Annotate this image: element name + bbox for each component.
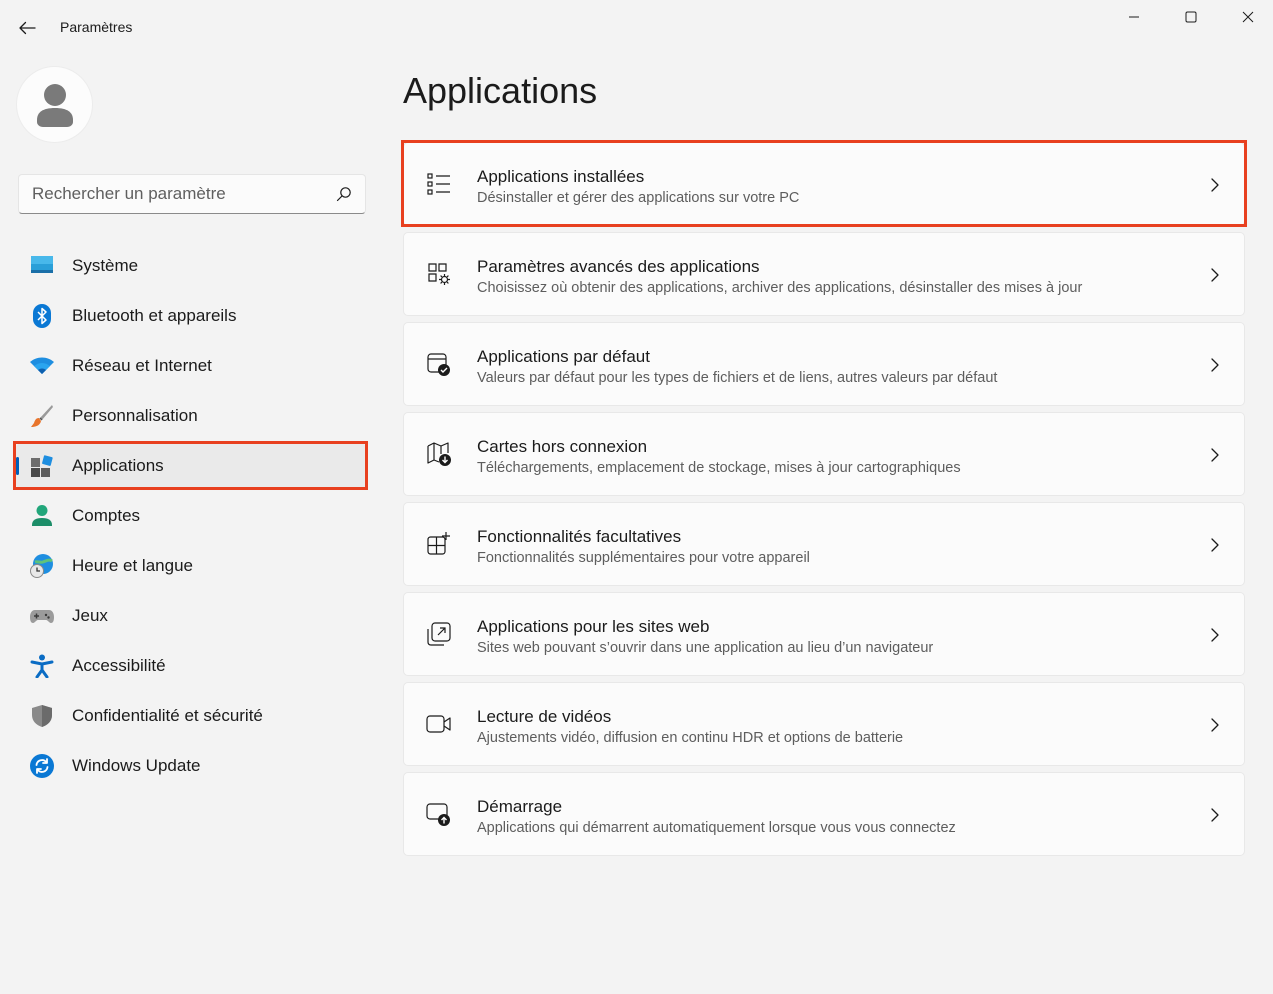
update-icon [30,754,54,778]
close-button[interactable] [1225,2,1271,32]
sidebar-item-comptes[interactable]: Comptes [16,493,366,539]
sidebar-item-label: Réseau et Internet [72,356,212,375]
chevron-right-icon [1211,538,1219,552]
close-icon [1242,11,1254,23]
add-feature-icon [427,532,450,555]
search-box[interactable] [18,174,366,214]
shield-icon [32,705,52,727]
sidebar-item-personnalisation[interactable]: Personnalisation [16,393,366,439]
selection-indicator [16,457,19,475]
card-title: Applications pour les sites web [477,617,710,636]
card-default-apps[interactable]: Applications par défaut Valeurs par défa… [403,322,1245,406]
arrow-left-icon [19,21,36,35]
card-description: Applications qui démarrent automatiqueme… [477,820,956,836]
card-description: Ajustements vidéo, diffusion en continu … [477,730,904,746]
sidebar-item-label: Jeux [72,606,108,625]
search-input[interactable] [19,175,329,213]
gamepad-icon [30,610,54,623]
app-settings-icon [428,263,450,285]
minimize-button[interactable] [1111,2,1157,32]
card-title: Applications par défaut [477,347,650,366]
wifi-icon [30,357,54,374]
card-startup[interactable]: Démarrage Applications qui démarrent aut… [403,772,1245,856]
sidebar-item-systeme[interactable]: Système [16,243,366,289]
card-description: Fonctionnalités supplémentaires pour vot… [477,550,810,566]
card-description: Désinstaller et gérer des applications s… [477,190,800,206]
card-video-playback[interactable]: Lecture de vidéos Ajustements vidéo, dif… [403,682,1245,766]
sidebar-item-accessibilite[interactable]: Accessibilité [16,643,366,689]
sidebar-item-windows-update[interactable]: Windows Update [16,743,366,789]
sidebar-item-applications[interactable]: Applications [16,443,366,489]
card-title: Fonctionnalités facultatives [477,527,682,546]
maximize-button[interactable] [1168,2,1214,32]
card-title: Cartes hors connexion [477,437,648,456]
sidebar-item-bluetooth[interactable]: Bluetooth et appareils [16,293,366,339]
sidebar-item-jeux[interactable]: Jeux [16,593,366,639]
chevron-right-icon [1211,268,1219,282]
page-title: Applications [403,70,598,111]
card-apps-for-websites[interactable]: Applications pour les sites web Sites we… [403,592,1245,676]
sidebar-item-label: Applications [72,456,164,475]
sidebar-nav: Système Bluetooth et appareils Réseau et… [16,243,366,793]
card-title: Lecture de vidéos [477,707,612,726]
sidebar-item-label: Windows Update [72,756,201,775]
settings-card-list: Applications installées Désinstaller et … [403,142,1245,862]
card-optional-features[interactable]: Fonctionnalités facultatives Fonctionnal… [403,502,1245,586]
monitor-icon [31,256,53,273]
video-camera-icon [426,715,451,733]
search-icon[interactable] [336,186,352,202]
person-icon [32,505,52,526]
sidebar-item-reseau[interactable]: Réseau et Internet [16,343,366,389]
brush-icon [31,405,53,427]
chevron-right-icon [1211,718,1219,732]
minimize-icon [1129,16,1139,18]
list-icon [427,173,450,195]
chevron-right-icon [1211,808,1219,822]
card-title: Paramètres avancés des applications [477,257,760,276]
map-download-icon [427,442,451,466]
card-description: Téléchargements, emplacement de stockage… [477,460,961,476]
sidebar-item-label: Système [72,256,139,275]
open-external-icon [427,622,451,646]
title-bar: Paramètres [0,0,1273,56]
maximize-icon [1185,11,1197,23]
sidebar-item-heure-langue[interactable]: Heure et langue [16,543,366,589]
accessibility-icon [30,654,54,678]
card-description: Valeurs par défaut pour les types de fic… [477,370,998,386]
sidebar-item-label: Personnalisation [72,406,198,425]
sidebar-item-confidentialite[interactable]: Confidentialité et sécurité [16,693,366,739]
card-description: Sites web pouvant s’ouvrir dans une appl… [477,640,934,656]
card-offline-maps[interactable]: Cartes hors connexion Téléchargements, e… [403,412,1245,496]
chevron-right-icon [1211,358,1219,372]
startup-icon [426,803,450,826]
chevron-right-icon [1211,448,1219,462]
card-advanced-app-settings[interactable]: Paramètres avancés des applications Choi… [403,232,1245,316]
chevron-right-icon [1211,178,1219,192]
chevron-right-icon [1211,628,1219,642]
card-description: Choisissez où obtenir des applications, … [477,280,1083,296]
card-title: Applications installées [477,167,645,186]
card-title: Démarrage [477,797,563,816]
sidebar-item-label: Comptes [72,506,141,525]
sidebar-item-label: Confidentialité et sécurité [72,706,263,725]
avatar[interactable] [17,67,92,142]
bluetooth-icon [33,304,51,328]
sidebar-item-label: Bluetooth et appareils [72,306,237,325]
apps-icon [31,455,53,477]
globe-clock-icon [30,554,53,578]
sidebar-item-label: Heure et langue [72,556,193,575]
app-title: Paramètres [60,19,133,35]
user-icon [36,83,73,127]
sidebar-item-label: Accessibilité [72,656,166,675]
back-button[interactable] [14,16,40,40]
default-apps-icon [427,353,450,376]
card-installed-apps[interactable]: Applications installées Désinstaller et … [403,142,1245,226]
